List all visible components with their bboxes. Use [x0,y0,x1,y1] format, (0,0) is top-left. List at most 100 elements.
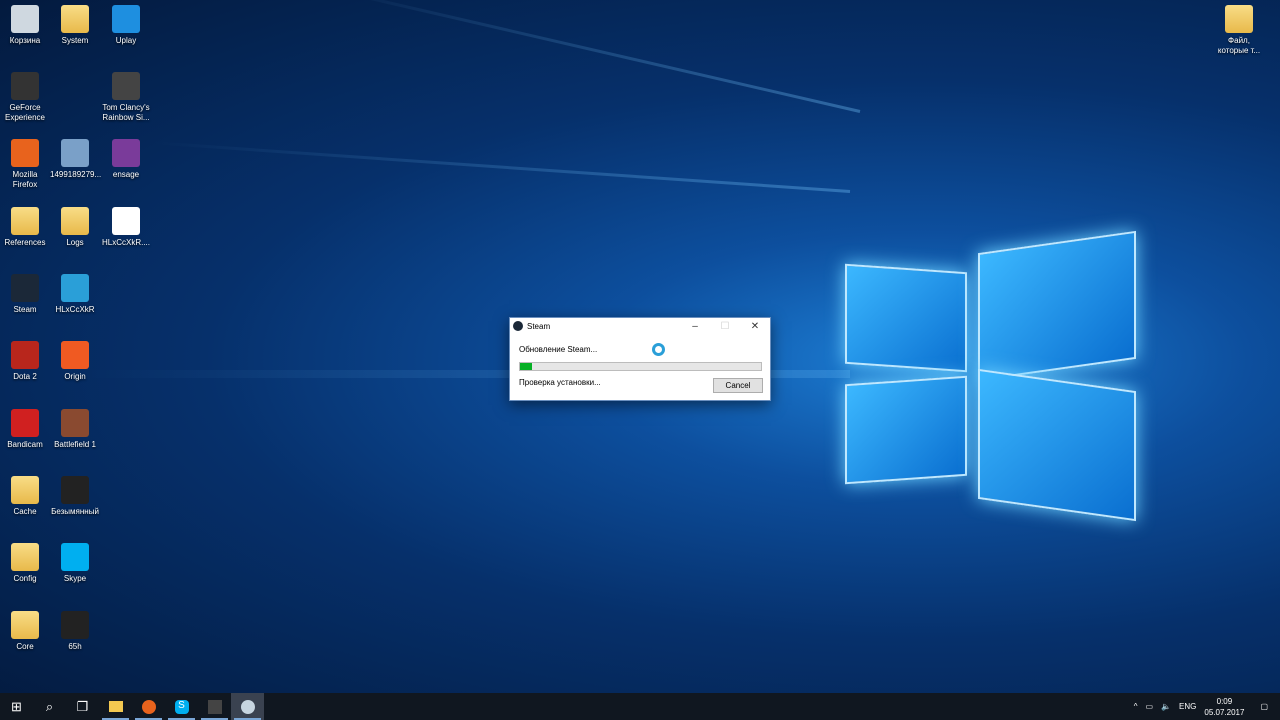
clock[interactable]: 0:09 05.07.2017 [1204,696,1244,718]
folder-icon [1225,5,1253,33]
status-text: Обновление Steam... [519,345,598,354]
desktop-icon[interactable]: References [0,207,50,248]
title-bar: Steam – ☐ ✕ [510,318,770,334]
desktop-icon[interactable]: Logs [50,207,100,248]
desktop-icon-label: References [4,238,46,247]
maximize-button[interactable]: ☐ [710,321,740,332]
desktop-icon-label: ensage [112,170,140,179]
desktop-icon[interactable]: Battlefield 1 [50,409,100,450]
skype-taskbar[interactable]: S [165,693,198,720]
language-indicator[interactable]: ENG [1179,702,1196,711]
desktop-icon-label: Mozilla Firefox [12,170,38,189]
desktop-icon-label: Config [13,574,37,583]
installer-icon [61,139,89,167]
image-icon [61,611,89,639]
desktop-icon-label: Steam [13,305,37,314]
desktop-icon-label: Корзина [9,36,41,45]
cancel-button[interactable]: Cancel [713,378,763,393]
network-icon[interactable]: ▭ [1146,702,1154,711]
loading-spinner-icon [652,343,665,356]
desktop-icon[interactable]: Cache [0,476,50,517]
desktop-icon-label: Файл, которые т... [1217,36,1261,55]
steam-update-dialog: Steam – ☐ ✕ Обновление Steam... Проверка… [509,317,771,401]
dialog-title: Steam [527,321,551,331]
start-button[interactable]: ⊞ [0,693,33,720]
desktop-icon-label: Uplay [115,36,137,45]
show-hidden-icons-button[interactable]: ^ [1134,702,1138,711]
desktop-icon[interactable]: Config [0,543,50,584]
folder-icon [11,543,39,571]
desktop-icon-label: 65h [68,642,82,651]
dota-icon [11,341,39,369]
windows-logo-wallpaper [840,230,1140,530]
folder-icon [11,476,39,504]
desktop-icon[interactable]: Корзина [0,5,50,46]
desktop-icon-label: Cache [13,507,37,516]
search-button[interactable]: ⌕ [33,693,66,720]
bandicam-icon [11,409,39,437]
desktop-icon-label: 1499189279... [50,170,102,179]
desktop-icon[interactable]: Bandicam [0,409,50,450]
desktop-icon[interactable]: Безымянный [50,476,100,517]
battlefield-icon [61,409,89,437]
desktop-icon[interactable]: System [50,5,100,46]
desktop-icon[interactable]: Steam [0,274,50,315]
desktop-icon[interactable]: Uplay [101,5,151,46]
desktop-icon[interactable]: HLxCcXkR [50,274,100,315]
desktop-icon[interactable]: Tom Clancy's Rainbow Si... [101,72,151,123]
date: 05.07.2017 [1204,707,1245,717]
desktop-icon-label: Origin [64,372,86,381]
system-tray: ^ ▭ 🔈 ENG 0:09 05.07.2017 ▢ [1134,693,1280,720]
desktop-icon[interactable]: Файл, которые т... [1214,5,1264,56]
folder-icon [11,207,39,235]
desktop-icon-label: Bandicam [7,440,43,449]
desktop-icon[interactable]: Core [0,611,50,652]
uplay-icon [112,5,140,33]
action-center-icon[interactable]: ▢ [1260,702,1268,711]
desktop-icon-label: HLxCcXkR.... [101,238,150,247]
desktop-icon[interactable]: HLxCcXkR.... [101,207,151,248]
volume-icon[interactable]: 🔈 [1161,702,1171,711]
app-icon [61,274,89,302]
desktop-icon[interactable]: Skype [50,543,100,584]
skype-icon [61,543,89,571]
firefox-icon [11,139,39,167]
desktop-icon-label: Tom Clancy's Rainbow Si... [102,103,150,122]
progress-fill [520,363,533,370]
desktop-icon-label: Dota 2 [13,372,37,381]
image-icon [61,476,89,504]
folder-icon [11,611,39,639]
desktop-icon-label: Безымянный [51,507,99,516]
desktop-icon-label: Logs [66,238,84,247]
detail-text: Проверка установки... [519,378,601,387]
rainbow-six-icon [112,72,140,100]
desktop-icon[interactable]: Origin [50,341,100,382]
folder-icon [61,5,89,33]
desktop-icon-label: Battlefield 1 [54,440,96,449]
winrar-icon [112,139,140,167]
recycle-bin-icon [11,5,39,33]
progress-bar [519,362,762,371]
desktop-icon-label: System [61,36,89,45]
minimize-button[interactable]: – [680,321,710,332]
steam-icon [513,321,523,331]
firefox-taskbar[interactable] [132,693,165,720]
steam-taskbar[interactable] [231,693,264,720]
desktop-icon[interactable]: 1499189279... [50,139,102,180]
close-button[interactable]: ✕ [740,321,770,332]
desktop-icon-label: Core [16,642,34,651]
taskbar: ⊞ ⌕ ❐ S ^ ▭ 🔈 ENG 0:09 05.07.2017 ▢ [0,693,1280,720]
desktop-icon[interactable]: Dota 2 [0,341,50,382]
task-view-button[interactable]: ❐ [66,693,99,720]
desktop-icon[interactable]: 65h [50,611,100,652]
folder-icon [61,207,89,235]
geforce-icon [11,72,39,100]
desktop-icon[interactable]: ensage [101,139,151,180]
desktop-icon[interactable]: Mozilla Firefox [0,139,50,190]
file-explorer-taskbar[interactable] [99,693,132,720]
origin-icon [61,341,89,369]
desktop-icon-label: GeForce Experience [4,103,46,122]
desktop-icon[interactable]: GeForce Experience [0,72,50,123]
file-icon [112,207,140,235]
geforce-taskbar[interactable] [198,693,231,720]
